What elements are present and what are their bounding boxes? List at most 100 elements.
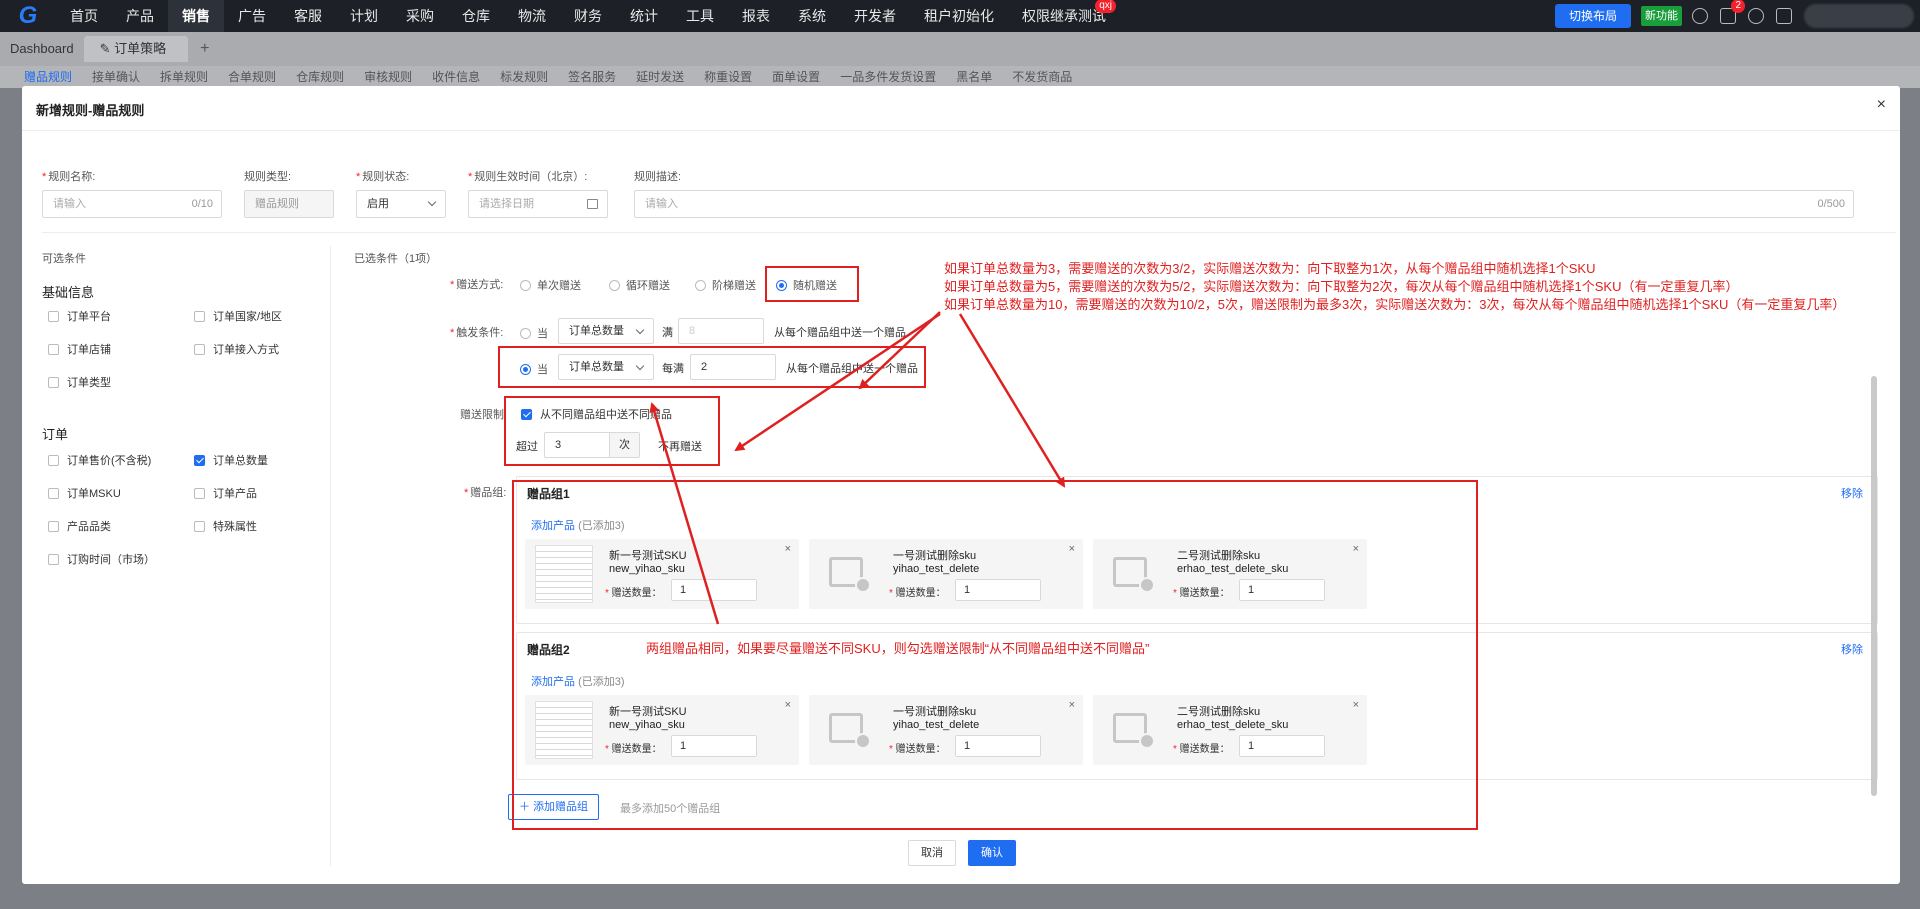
- cancel-button[interactable]: 取消: [908, 840, 956, 866]
- condition-checkbox[interactable]: 订单国家/地区: [194, 308, 282, 324]
- nav-item[interactable]: 开发者: [840, 0, 910, 32]
- confirm-button[interactable]: 确认: [968, 840, 1016, 866]
- rule-desc-counter: 0/500: [1817, 198, 1845, 210]
- rule-name-label: * 规则名称:: [42, 171, 96, 183]
- gift-mode-radio[interactable]: 循环赠送: [609, 277, 670, 293]
- subtab[interactable]: 收件信息: [422, 66, 490, 88]
- bell-icon[interactable]: [1748, 8, 1764, 24]
- subtab[interactable]: 黑名单: [946, 66, 1002, 88]
- subtab[interactable]: 合单规则: [218, 66, 286, 88]
- notify-badge: 2: [1731, 0, 1745, 13]
- add-tab-button[interactable]: +: [188, 40, 221, 58]
- gift-mode-radio[interactable]: 单次赠送: [520, 277, 581, 293]
- nav-item[interactable]: 产品: [112, 0, 168, 32]
- optional-conditions-title: 可选条件: [42, 253, 86, 265]
- subtab[interactable]: 赠品规则: [14, 66, 82, 88]
- trigger-radio-full[interactable]: 当: [520, 325, 548, 341]
- gift-mode-label: * 赠送方式:: [450, 279, 504, 291]
- nav-item[interactable]: 财务: [560, 0, 616, 32]
- subtab[interactable]: 审核规则: [354, 66, 422, 88]
- subtab[interactable]: 仓库规则: [286, 66, 354, 88]
- annotation-line-3: 如果订单总数量为10，需要赠送的次数为10/2，5次，赠送限制为最多3次，实际赠…: [944, 297, 1846, 312]
- calendar-icon: [587, 199, 598, 209]
- rule-status-label: * 规则状态:: [356, 171, 410, 183]
- nav-item[interactable]: 广告: [224, 0, 280, 32]
- fullscreen-icon[interactable]: [1776, 8, 1792, 24]
- subtab[interactable]: 不发货商品: [1002, 66, 1082, 88]
- nav-item[interactable]: 销售: [168, 0, 224, 32]
- condition-checkbox[interactable]: 订单MSKU: [48, 485, 121, 501]
- task-icon[interactable]: 2: [1720, 0, 1745, 24]
- user-avatar[interactable]: [1804, 4, 1914, 28]
- subtab[interactable]: 标发规则: [490, 66, 558, 88]
- rule-status-select[interactable]: 启用: [356, 190, 446, 218]
- condition-checkbox[interactable]: 订单平台: [48, 308, 111, 324]
- condition-checkbox[interactable]: 订单类型: [48, 374, 111, 390]
- logo[interactable]: G: [0, 0, 56, 32]
- nav-item[interactable]: 报表: [728, 0, 784, 32]
- nav-item[interactable]: 系统: [784, 0, 840, 32]
- condition-checkbox[interactable]: 订单总数量: [194, 452, 268, 468]
- rule-name-input[interactable]: 请输入 0/10: [42, 190, 222, 218]
- subtab[interactable]: 面单设置: [762, 66, 830, 88]
- nav-item[interactable]: 物流: [504, 0, 560, 32]
- strategy-subtabs: 赠品规则 接单确认 拆单规则 合单规则 仓库规则 审核规则 收件信息 标发规则 签名服务 延时发送…: [0, 66, 1920, 88]
- modal-title: 新增规则-赠品规则: [36, 103, 145, 118]
- subtab[interactable]: 一品多件发货设置: [830, 66, 946, 88]
- nav-badge: qxj: [1095, 0, 1116, 13]
- new-feature-button[interactable]: 新功能: [1641, 6, 1682, 26]
- subtab[interactable]: 延时发送: [626, 66, 694, 88]
- nav-item[interactable]: 工具: [672, 0, 728, 32]
- nav-item[interactable]: 仓库: [448, 0, 504, 32]
- nav-item-label: 权限继承测试: [1022, 8, 1106, 24]
- nav-menu: 首页 产品 销售 广告 客服 计划 采购 仓库 物流 财务 统计 工具 报表 系统 开发者 租户初始化 权限继承…: [56, 0, 1120, 32]
- nav-item[interactable]: 统计: [616, 0, 672, 32]
- remove-group-button[interactable]: 移除: [1841, 641, 1863, 657]
- trigger-label: * 触发条件:: [450, 327, 504, 339]
- rule-desc-label: 规则描述:: [634, 171, 682, 183]
- condition-checkbox[interactable]: 特殊属性: [194, 518, 257, 534]
- nav-item[interactable]: 客服: [280, 0, 336, 32]
- effective-date-picker[interactable]: 请选择日期: [468, 190, 608, 218]
- rule-type-label: 规则类型:: [244, 171, 292, 183]
- trigger-value-input-1[interactable]: 8: [678, 318, 764, 344]
- tab-order-strategy-label: 订单策略: [114, 41, 167, 56]
- gift-mode-radio[interactable]: 阶梯赠送: [695, 277, 756, 293]
- annotation-box-limit: [504, 396, 720, 466]
- modal-scrollbar[interactable]: [1871, 376, 1877, 796]
- condition-checkbox[interactable]: 订单产品: [194, 485, 257, 501]
- trigger-suffix-1: 从每个赠品组中送一个赠品: [774, 327, 906, 339]
- limit-label: 赠送限制:: [460, 409, 508, 421]
- remove-group-button[interactable]: 移除: [1841, 485, 1863, 501]
- nav-item[interactable]: 采购: [392, 0, 448, 32]
- top-nav: G 首页 产品 销售 广告 客服 计划 采购 仓库 物流 财务 统计 工具 报表 系统 开发者 租户初始化 权限…: [0, 0, 1920, 32]
- page-tabs: Dashboard ✎ 订单策略 +: [0, 32, 1920, 66]
- subtab[interactable]: 称重设置: [694, 66, 762, 88]
- condition-checkbox[interactable]: 产品品类: [48, 518, 111, 534]
- condition-checkbox[interactable]: 订单售价(不含税): [48, 452, 151, 468]
- tab-order-strategy[interactable]: ✎ 订单策略: [83, 36, 189, 62]
- subtab[interactable]: 拆单规则: [150, 66, 218, 88]
- nav-item[interactable]: 首页: [56, 0, 112, 32]
- fields-divider: [42, 232, 1896, 233]
- header-divider: [22, 130, 1900, 131]
- switch-layout-button[interactable]: 切换布局: [1554, 4, 1631, 28]
- condition-checkbox[interactable]: 订购时间（市场）: [48, 551, 155, 567]
- rule-type-field: 赠品规则: [244, 190, 334, 218]
- gift-groups-label: * 赠品组:: [464, 487, 507, 499]
- subtab[interactable]: 签名服务: [558, 66, 626, 88]
- close-icon[interactable]: ×: [1877, 96, 1886, 114]
- trigger-field-select-1[interactable]: 订单总数量: [558, 318, 654, 344]
- condition-checkbox[interactable]: 订单接入方式: [194, 341, 279, 357]
- nav-item[interactable]: 权限继承测试 qxj: [1008, 0, 1120, 32]
- selected-conditions-title: 已选条件（1项）: [354, 253, 438, 265]
- nav-item[interactable]: 计划: [336, 0, 392, 32]
- effective-time-label: * 规则生效时间（北京）:: [468, 171, 588, 183]
- nav-item[interactable]: 租户初始化: [910, 0, 1008, 32]
- tab-dashboard[interactable]: Dashboard: [0, 36, 84, 62]
- subtab[interactable]: 接单确认: [82, 66, 150, 88]
- condition-checkbox[interactable]: 订单店铺: [48, 341, 111, 357]
- info-icon[interactable]: [1692, 8, 1708, 24]
- rule-desc-input[interactable]: 请输入 0/500: [634, 190, 1854, 218]
- annotation-box-trigger: [498, 346, 926, 388]
